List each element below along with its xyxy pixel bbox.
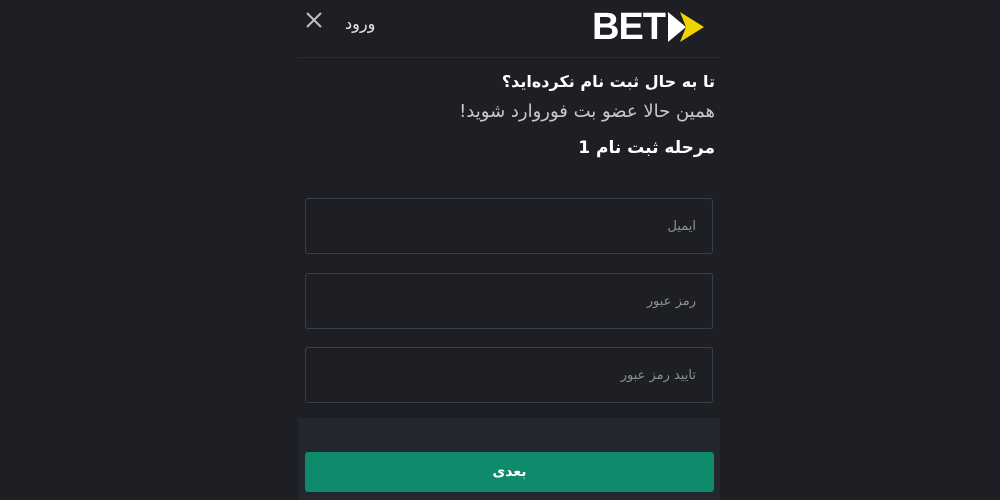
- registration-panel: ورود BET تا به حال ثبت نام نکرده‌اید؟ هم…: [298, 0, 720, 500]
- intro-texts: تا به حال ثبت نام نکرده‌اید؟ همین حالا ع…: [304, 68, 715, 164]
- confirm-password-field[interactable]: [305, 347, 713, 403]
- footer-bar: بعدی: [298, 418, 720, 500]
- email-field[interactable]: [305, 198, 713, 254]
- step-title: مرحله ثبت نام 1: [578, 138, 715, 158]
- question-text: تا به حال ثبت نام نکرده‌اید؟: [501, 72, 715, 91]
- password-input[interactable]: [306, 274, 712, 328]
- confirm-password-input[interactable]: [306, 348, 712, 402]
- next-button[interactable]: بعدی: [305, 452, 714, 492]
- logo: BET: [592, 6, 706, 48]
- login-link[interactable]: ورود: [345, 14, 375, 33]
- logo-arrow-icon: [668, 12, 704, 42]
- close-icon[interactable]: [304, 10, 324, 30]
- join-text: همین حالا عضو بت فوروارد شوید!: [459, 101, 715, 122]
- logo-text: BET: [592, 6, 666, 48]
- password-field[interactable]: [305, 273, 713, 329]
- header: ورود BET: [298, 0, 720, 58]
- email-input[interactable]: [306, 199, 712, 253]
